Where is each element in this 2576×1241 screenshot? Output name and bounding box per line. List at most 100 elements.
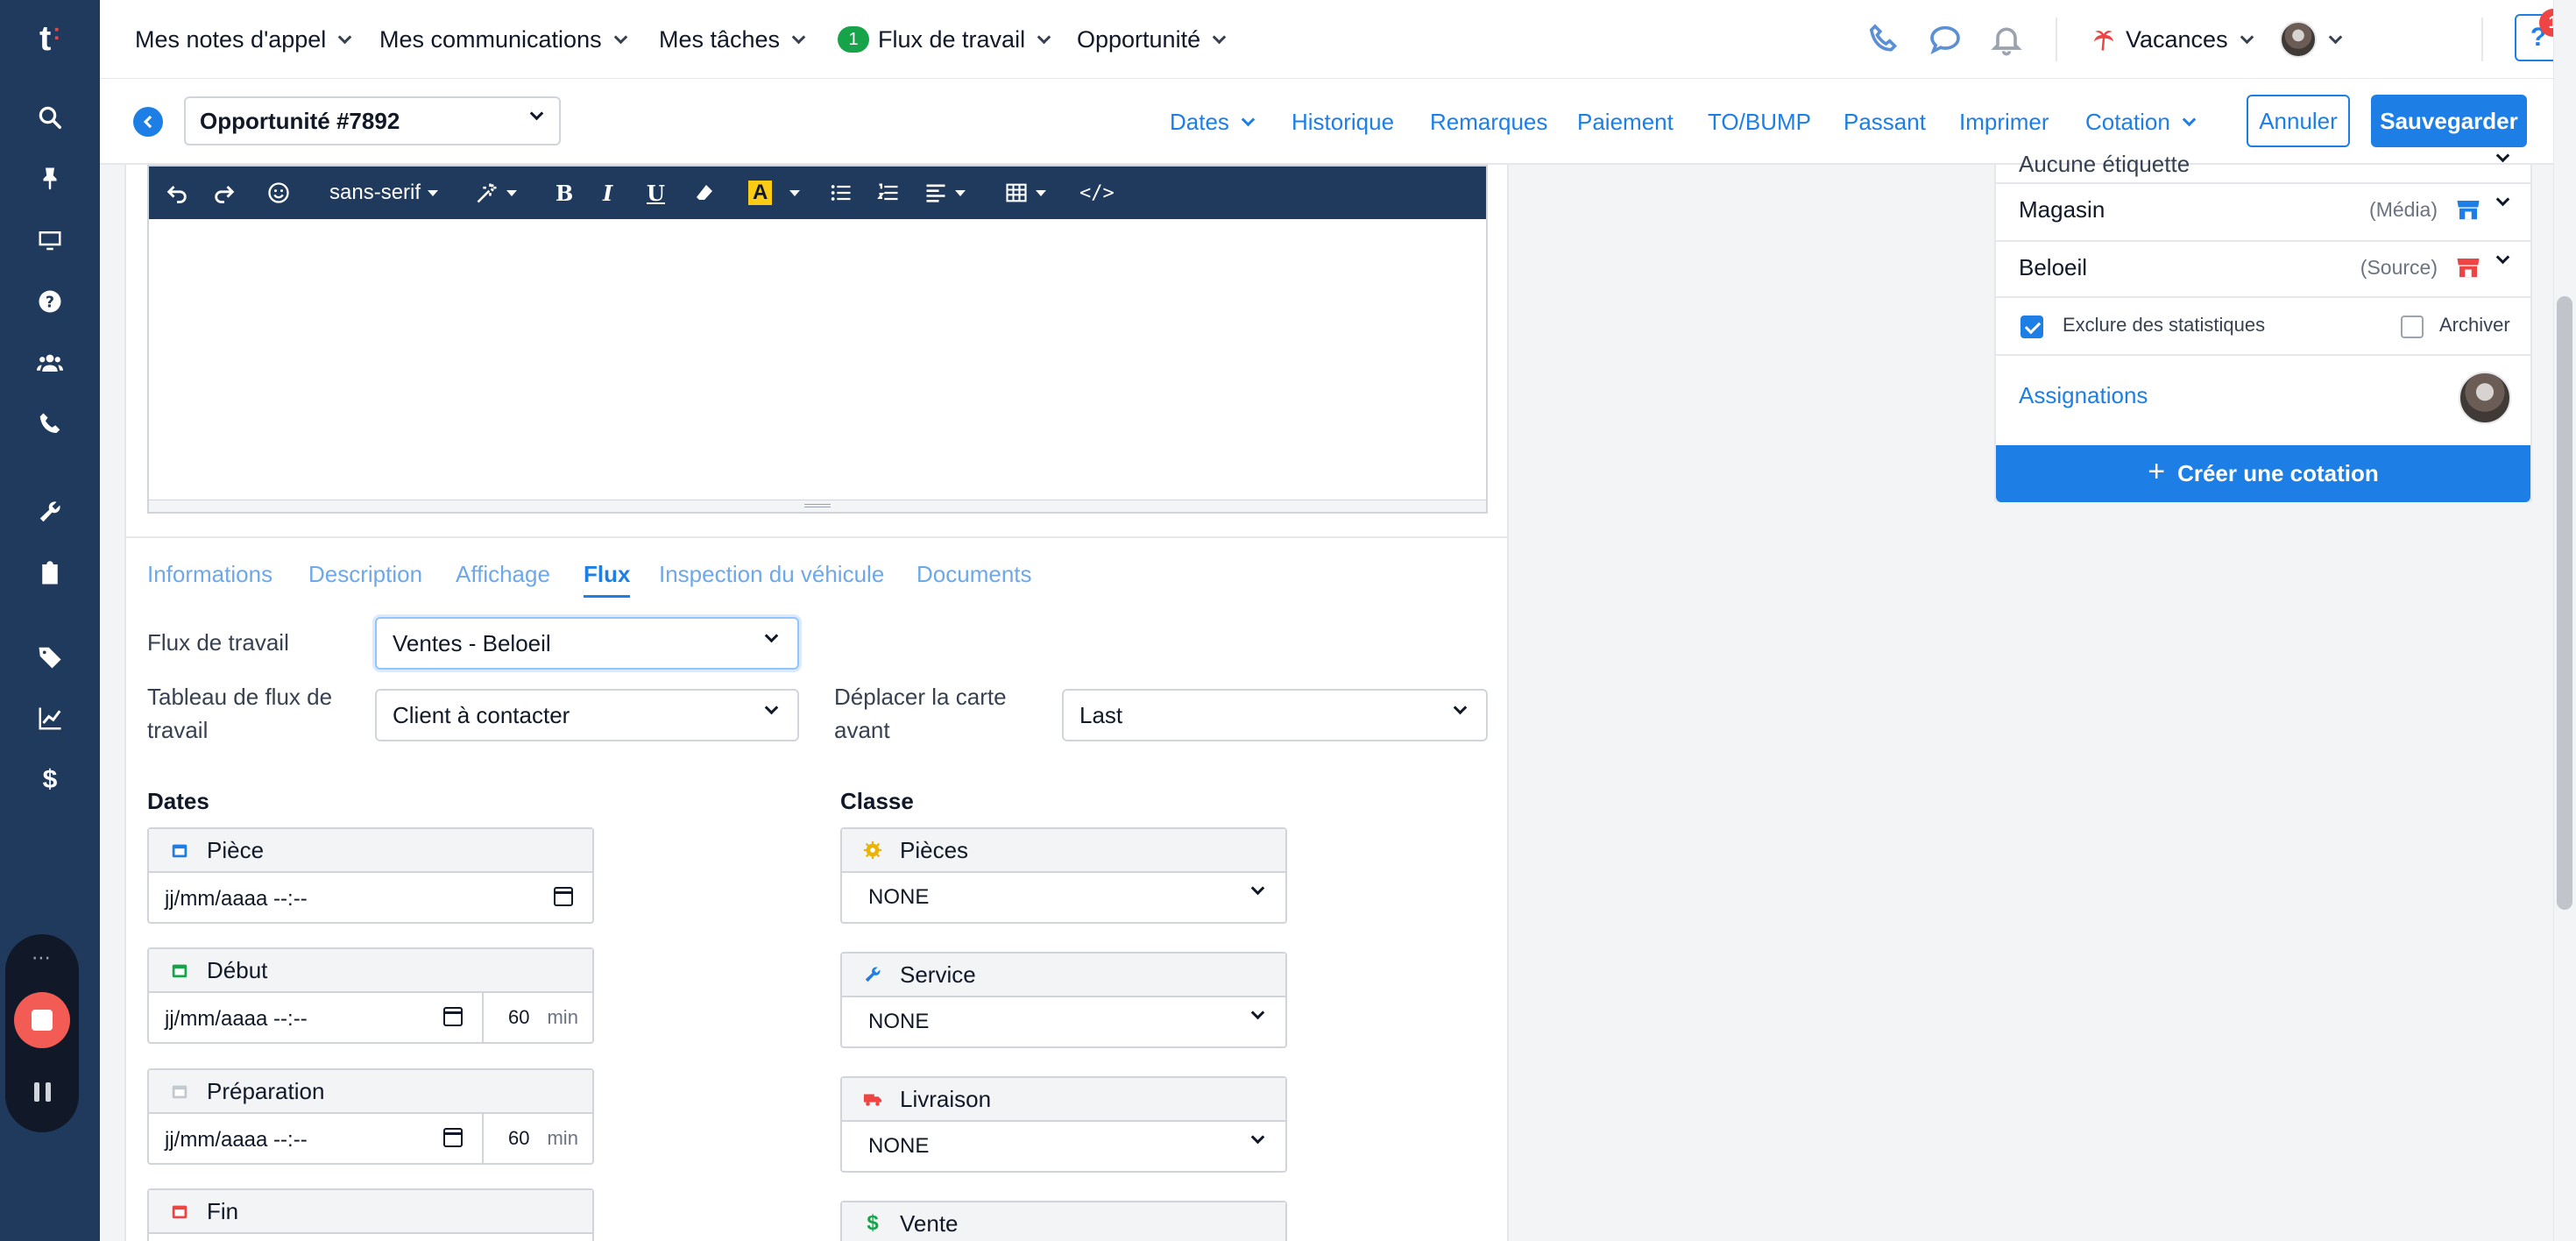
chevron-down-icon [2495, 152, 2510, 163]
eraser-icon[interactable] [694, 167, 715, 219]
dollar-icon[interactable]: $ [0, 754, 100, 806]
app-logo[interactable]: t: [0, 12, 100, 65]
nav-flux-de-travail[interactable]: 1 Flux de travail [838, 0, 1051, 79]
chart-icon[interactable] [0, 692, 100, 745]
exclude-stats-checkbox[interactable] [2020, 316, 2043, 338]
pin-icon[interactable] [0, 152, 100, 205]
help-circle-icon[interactable]: ? [0, 275, 100, 328]
stop-icon [32, 1010, 53, 1031]
link-dates[interactable]: Dates [1170, 79, 1256, 165]
chevron-down-icon [2240, 30, 2254, 44]
date-input-debut[interactable]: jj/mm/aaaa --:-- [165, 1007, 308, 1032]
emoji-icon[interactable] [266, 167, 291, 219]
table-icon[interactable] [1004, 167, 1046, 219]
nav-mes-communications[interactable]: Mes communications [379, 0, 627, 79]
nav-opportunite[interactable]: Opportunité [1077, 0, 1227, 79]
source-name: Beloeil [2019, 254, 2088, 280]
move-card-select[interactable]: Last [1062, 689, 1488, 741]
duration-input-debut[interactable]: 60 min [482, 993, 592, 1042]
cancel-button[interactable]: Annuler [2247, 95, 2350, 147]
classe-card-pieces: Pièces NONE [840, 827, 1287, 924]
nav-mes-taches[interactable]: Mes tâches [659, 0, 806, 79]
palm-tree-icon [2093, 30, 2114, 51]
tag-icon[interactable] [0, 631, 100, 684]
calendar-icon[interactable] [443, 1128, 463, 1147]
bell-icon[interactable] [1989, 22, 2024, 57]
monitor-icon[interactable] [0, 214, 100, 266]
wrench-icon[interactable] [0, 486, 100, 538]
opportunity-select[interactable]: Opportunité #7892 [184, 96, 561, 145]
options-row: Exclure des statistiques Archiver [1996, 298, 2530, 356]
recorder-pause-button[interactable] [5, 1074, 79, 1110]
calendar-icon[interactable] [443, 1007, 463, 1026]
link-historique[interactable]: Historique [1292, 79, 1394, 165]
dates-section-title: Dates [147, 788, 209, 814]
font-family-dropdown[interactable]: sans-serif [329, 167, 439, 219]
tab-affichage[interactable]: Affichage [456, 561, 550, 605]
tag-select[interactable]: Aucune étiquette [1996, 152, 2530, 184]
divider [126, 536, 1507, 538]
tab-description[interactable]: Description [308, 561, 422, 605]
phone-icon[interactable] [1866, 22, 1901, 57]
editor-toolbar: sans-serif B I U A </> [149, 167, 1486, 219]
link-passant[interactable]: Passant [1844, 79, 1926, 165]
magic-wand-icon[interactable] [475, 167, 517, 219]
chevron-down-icon [764, 628, 779, 643]
chat-bubble-icon[interactable] [1928, 22, 1963, 57]
exclude-stats-label: Exclure des statistiques [2063, 314, 2266, 336]
date-input-preparation[interactable]: jj/mm/aaaa --:-- [165, 1128, 308, 1152]
divider [2056, 18, 2057, 61]
users-icon[interactable] [0, 337, 100, 389]
chevron-down-icon [338, 30, 352, 44]
create-quote-button[interactable]: + Créer une cotation [1996, 445, 2530, 502]
redo-icon[interactable] [212, 167, 237, 219]
recorder-grip-icon[interactable]: ⋯ [5, 947, 79, 969]
rich-text-editor: sans-serif B I U A </> [147, 165, 1488, 514]
board-select[interactable]: Client à contacter [375, 689, 799, 741]
vacation-dropdown[interactable]: Vacances [2091, 0, 2254, 79]
editor-resize-handle[interactable] [149, 500, 1486, 512]
classe-label: Pièces [900, 836, 969, 863]
duration-input-preparation[interactable]: 60 min [482, 1114, 592, 1163]
tab-inspection-vehicule[interactable]: Inspection du véhicule [659, 561, 884, 605]
tab-flux[interactable]: Flux [584, 561, 631, 598]
source-row[interactable]: Beloeil (Source) [1996, 242, 2530, 298]
classe-select-pieces[interactable]: NONE [842, 873, 1285, 922]
workflow-label: Flux de travail [147, 629, 289, 656]
archive-checkbox[interactable] [2401, 316, 2424, 338]
code-icon[interactable]: </> [1079, 167, 1115, 219]
highlight-icon[interactable]: A [748, 167, 801, 219]
search-icon[interactable] [0, 91, 100, 144]
link-remarques[interactable]: Remarques [1430, 79, 1547, 165]
recorder-stop-button[interactable] [14, 992, 70, 1048]
italic-icon[interactable]: I [603, 167, 612, 219]
align-icon[interactable] [924, 167, 966, 219]
workflow-select[interactable]: Ventes - Beloeil [375, 617, 799, 670]
save-button[interactable]: Sauvegarder [2371, 95, 2527, 147]
date-label: Préparation [207, 1077, 325, 1104]
avatar[interactable] [2459, 372, 2511, 424]
user-menu[interactable] [2280, 0, 2343, 79]
phone-icon[interactable] [0, 398, 100, 450]
link-to-bump[interactable]: TO/BUMP [1708, 79, 1811, 165]
clipboard-icon[interactable] [0, 547, 100, 599]
underline-icon[interactable]: U [647, 167, 665, 219]
link-paiement[interactable]: Paiement [1577, 79, 1674, 165]
media-row[interactable]: Magasin (Média) [1996, 184, 2530, 242]
workflow-count-badge: 1 [838, 26, 869, 53]
undo-icon[interactable] [165, 167, 189, 219]
date-input-piece[interactable]: jj/mm/aaaa --:-- [149, 873, 592, 922]
svg-text:?: ? [46, 294, 54, 311]
bold-icon[interactable]: B [556, 167, 573, 219]
classe-select-livraison[interactable]: NONE [842, 1122, 1285, 1171]
back-button[interactable] [133, 107, 163, 137]
scrollbar-thumb[interactable] [2557, 296, 2572, 910]
tab-informations[interactable]: Informations [147, 561, 272, 605]
classe-select-service[interactable]: NONE [842, 997, 1285, 1046]
tab-documents[interactable]: Documents [916, 561, 1032, 605]
numbered-list-icon[interactable] [876, 167, 901, 219]
assignments-link[interactable]: Assignations [2019, 382, 2148, 409]
bullet-list-icon[interactable] [829, 167, 853, 219]
calendar-icon[interactable] [554, 887, 573, 906]
nav-mes-notes-appel[interactable]: Mes notes d'appel [135, 0, 352, 79]
